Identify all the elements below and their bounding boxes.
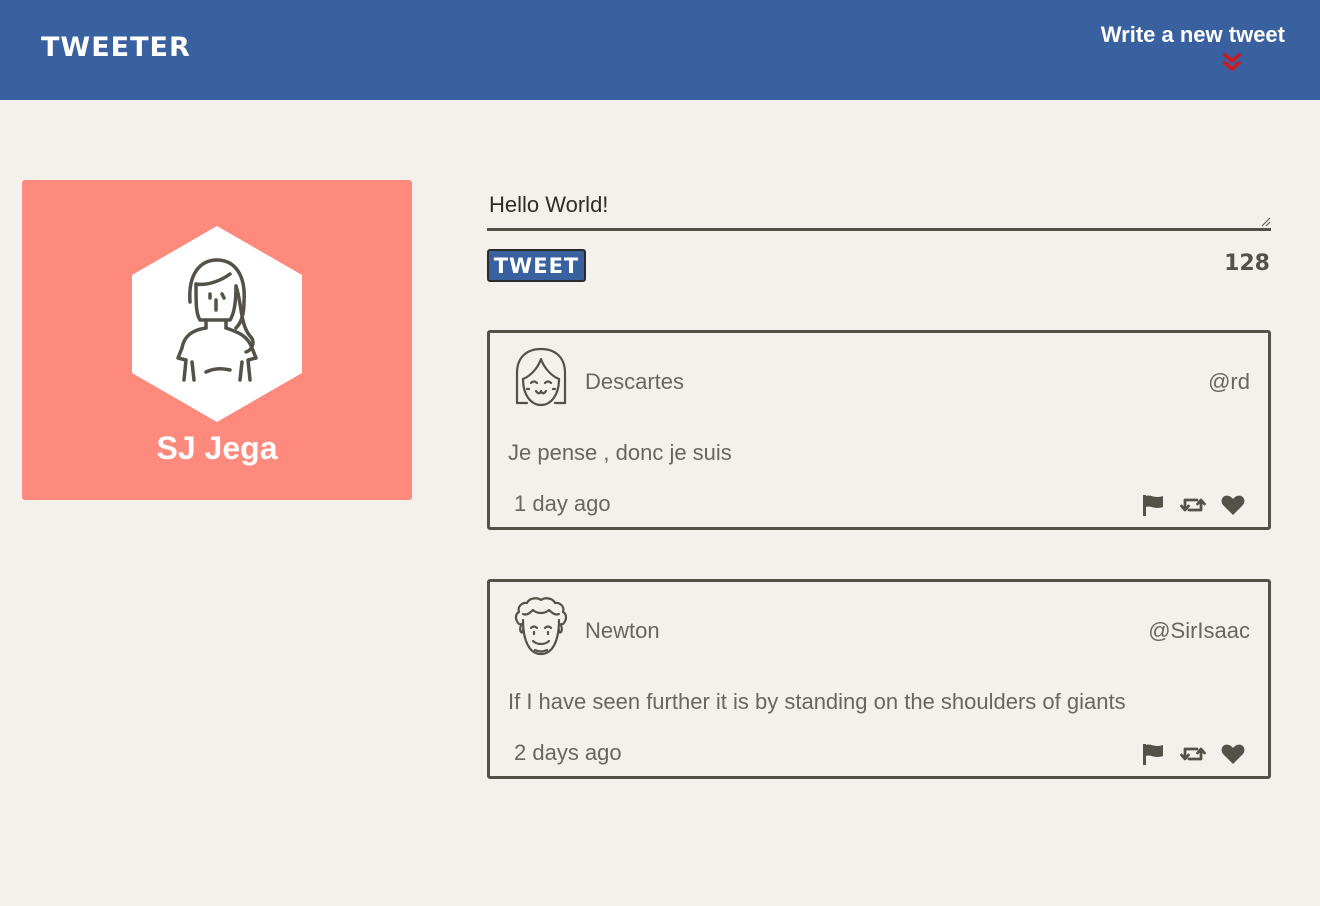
tweet-author-name[interactable]: Newton	[585, 618, 660, 644]
tweet-submit-button[interactable]: TWEET	[487, 249, 586, 282]
profile-card: SJ Jega	[22, 180, 412, 500]
tweet-author-handle[interactable]: @SirIsaac	[1148, 618, 1250, 644]
female-user-avatar-icon	[132, 226, 302, 422]
tweet-content: Je pense , donc je suis	[508, 440, 732, 465]
double-chevron-down-icon[interactable]	[1223, 52, 1241, 74]
flag-icon[interactable]	[1140, 492, 1166, 518]
flag-icon[interactable]	[1140, 741, 1166, 767]
retweet-icon[interactable]	[1180, 492, 1206, 518]
tweet-card: Newton @SirIsaac If I have seen further …	[487, 579, 1271, 779]
top-navbar: TWEETER Write a new tweet	[0, 0, 1320, 100]
tweet-author-handle[interactable]: @rd	[1208, 369, 1250, 395]
tweet-timestamp: 2 days ago	[514, 740, 622, 765]
profile-name: SJ Jega	[156, 430, 278, 466]
curly-hair-man-avatar-icon	[514, 597, 568, 656]
smiling-girl-avatar-icon	[515, 347, 567, 407]
write-new-tweet-toggle[interactable]: Write a new tweet	[1085, 22, 1285, 78]
tweet-actions	[1140, 740, 1246, 768]
heart-icon[interactable]	[1220, 492, 1246, 518]
retweet-icon[interactable]	[1180, 741, 1206, 767]
tweet-compose-input[interactable]: Hello World!	[487, 186, 1271, 231]
resize-grip-icon[interactable]	[1261, 217, 1271, 227]
tweet-timestamp: 1 day ago	[514, 491, 611, 516]
tweet-author-name[interactable]: Descartes	[585, 369, 684, 395]
write-new-tweet-label[interactable]: Write a new tweet	[1085, 22, 1285, 48]
heart-icon[interactable]	[1220, 741, 1246, 767]
tweet-content: If I have seen further it is by standing…	[508, 689, 1126, 714]
tweet-card: Descartes @rd Je pense , donc je suis 1 …	[487, 330, 1271, 530]
character-counter: 128	[1224, 251, 1270, 276]
app-logo[interactable]: TWEETER	[41, 32, 191, 63]
tweet-actions	[1140, 491, 1246, 519]
